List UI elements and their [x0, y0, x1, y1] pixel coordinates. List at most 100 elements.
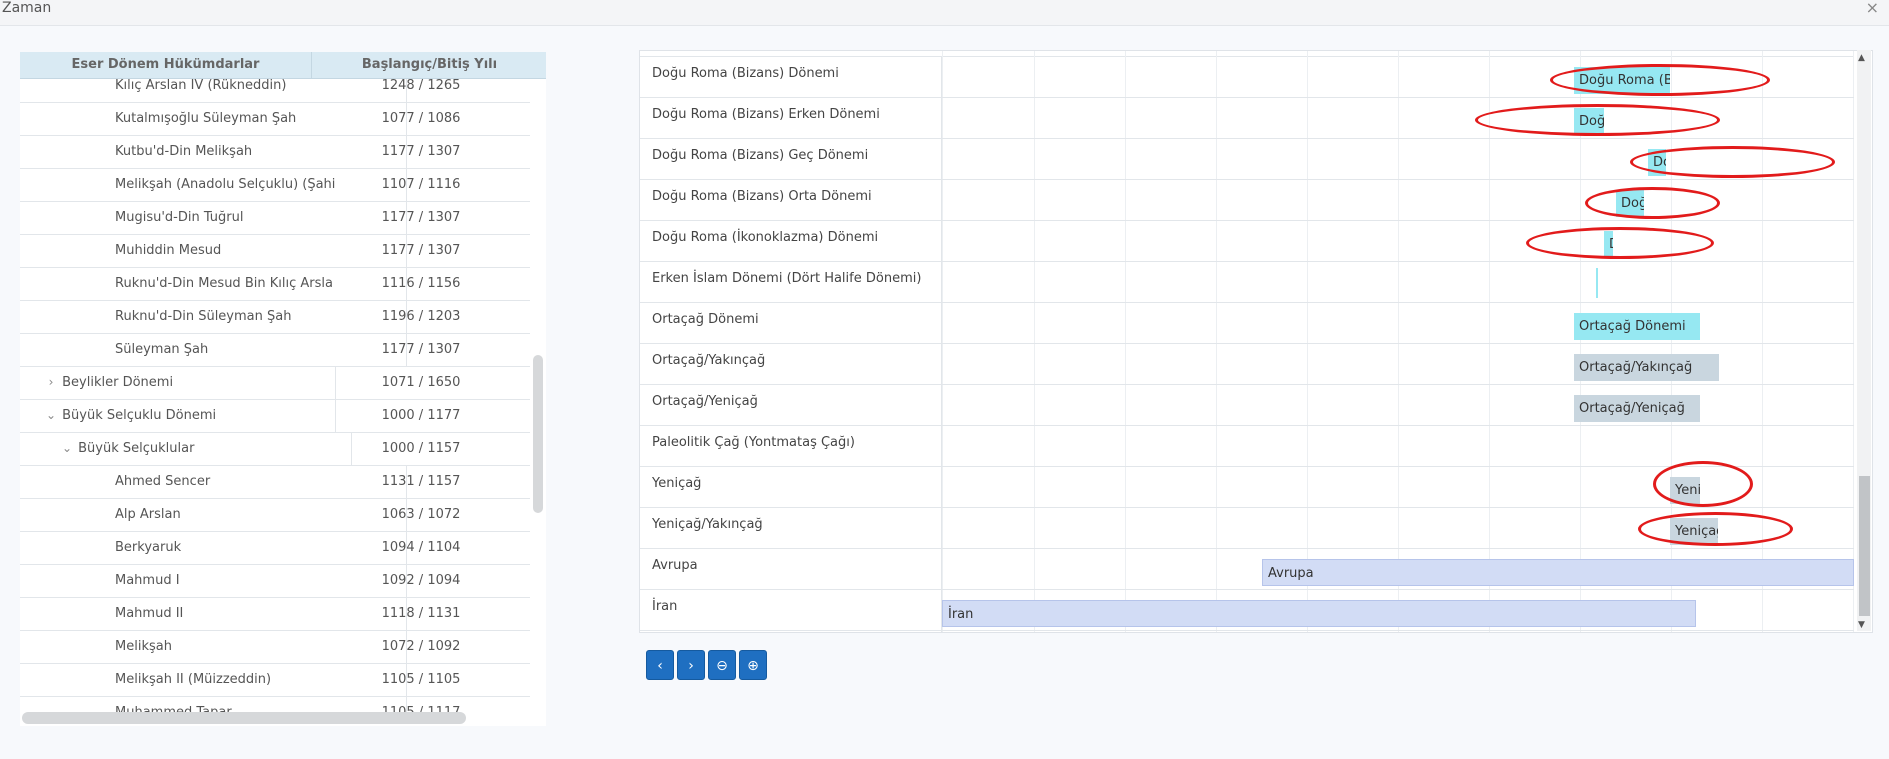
tree-row-label: Ruknu'd-Din Süleyman Şah — [115, 309, 292, 324]
tree-row[interactable]: Kılıç Arslan IV (Rükneddin) 1248 / 1265 — [20, 79, 530, 103]
tree-row[interactable]: Melikşah II (Müizzeddin) 1105 / 1105 — [20, 663, 530, 697]
tree-row[interactable]: Süleyman Şah 1177 / 1307 — [20, 333, 530, 367]
timeline-row: Paleolitik Çağ (Yontmataş Çağı) — [640, 426, 1854, 467]
tree-row-label: Ruknu'd-Din Mesud Bin Kılıç Arsla — [115, 276, 333, 291]
tree-row-label: Melikşah II (Müizzeddin) — [115, 672, 272, 687]
timeline-bar[interactable]: Yeniçağ — [1670, 518, 1718, 545]
tree-row-label: Berkyaruk — [115, 540, 182, 555]
zoom-in-button[interactable]: ⊕ — [739, 650, 767, 680]
next-button[interactable]: › — [677, 650, 705, 680]
tree-row[interactable]: Kutalmışoğlu Süleyman Şah 1077 / 1086 — [20, 102, 530, 136]
timeline-row-label: Erken İslam Dönemi (Dört Halife Dönemi) — [640, 262, 942, 302]
tree-row-label: Kutbu'd-Din Melikşah — [115, 144, 253, 159]
tree-row-years: 1071 / 1650 — [381, 375, 461, 390]
tree-row[interactable]: Berkyaruk 1094 / 1104 — [20, 531, 530, 565]
timeline-scroll-thumb[interactable] — [1859, 476, 1870, 616]
tree-row-years: 1177 / 1307 — [381, 243, 461, 258]
tree-row[interactable]: Mugisu'd-Din Tuğrul 1177 / 1307 — [20, 201, 530, 235]
tree-row-years: 1116 / 1156 — [381, 276, 461, 291]
timeline-bar[interactable]: Do — [1648, 149, 1666, 176]
tree-row[interactable]: Kutbu'd-Din Melikşah 1177 / 1307 — [20, 135, 530, 169]
tree-row-years: 1000 / 1177 — [381, 408, 461, 423]
timeline-bar[interactable]: İran — [942, 600, 1696, 627]
column-header-name[interactable]: Eser Dönem Hükümdarlar — [20, 57, 311, 72]
tree-row-label: Mahmud I — [115, 573, 180, 588]
timeline-bar[interactable]: Doğ — [1616, 190, 1644, 217]
tree-row-years: 1107 / 1116 — [381, 177, 461, 192]
timeline-bar[interactable]: Doğu Roma (Biz — [1574, 67, 1670, 94]
timeline-bar[interactable]: Ortaçağ/Yakınçağ — [1574, 354, 1719, 381]
timeline-row: Ortaçağ Dönemi Ortaçağ Dönemi — [640, 303, 1854, 344]
tree-row-years: 1105 / 1105 — [381, 672, 461, 687]
tree-row[interactable]: Melikşah 1072 / 1092 — [20, 630, 530, 664]
timeline-row: Doğu Roma (Bizans) Geç Dönemi Do — [640, 139, 1854, 180]
tree-row-label: Alp Arslan — [115, 507, 181, 522]
timeline-bar[interactable]: Doğ — [1574, 108, 1604, 135]
tree-row-label: Beylikler Dönemi — [62, 375, 174, 390]
chevron-down-icon[interactable]: ⌄ — [44, 399, 58, 432]
highlight-ring — [1653, 461, 1753, 507]
tree-row[interactable]: Mahmud I 1092 / 1094 — [20, 564, 530, 598]
tree-row[interactable]: › Beylikler Dönemi 1071 / 1650 — [20, 366, 530, 400]
tree-row-label: Mahmud II — [115, 606, 184, 621]
tree-row[interactable]: Muhiddin Mesud 1177 / 1307 — [20, 234, 530, 268]
tree-row-name: ⌄ Büyük Selçuklular — [20, 432, 352, 465]
timeline-row-label: Ortaçağ/Yakınçağ — [640, 344, 942, 384]
tree-row-years: 1000 / 1157 — [381, 441, 461, 456]
tree-row[interactable]: Ahmed Sencer 1131 / 1157 — [20, 465, 530, 499]
timeline-bar[interactable]: Avrupa — [1262, 559, 1854, 586]
tree-row-years: 1177 / 1307 — [381, 342, 461, 357]
tree-header: Eser Dönem Hükümdarlar Başlangıç/Bitiş Y… — [20, 52, 546, 79]
timeline-row: Avrupa Avrupa — [640, 549, 1854, 590]
tree-row[interactable]: Alp Arslan 1063 / 1072 — [20, 498, 530, 532]
tree-vertical-scrollbar[interactable] — [533, 355, 543, 513]
timeline-row: Erken İslam Dönemi (Dört Halife Dönemi) — [640, 262, 1854, 303]
tree-horizontal-scrollbar[interactable] — [22, 712, 466, 724]
timeline-bar[interactable]: Ortaçağ Dönemi — [1574, 313, 1700, 340]
timeline-bar[interactable]: Yeni — [1670, 477, 1700, 504]
prev-button[interactable]: ‹ — [646, 650, 674, 680]
tree-row[interactable]: Mahmud II 1118 / 1131 — [20, 597, 530, 631]
timeline-row-label: Avrupa — [640, 549, 942, 589]
tree-row-label: Melikşah (Anadolu Selçuklu) (Şahi — [115, 177, 336, 192]
chevron-right-icon[interactable]: › — [44, 366, 58, 399]
timeline-row: Yeniçağ/Yakınçağ Yeniçağ — [640, 508, 1854, 549]
timeline-row-label: Yeniçağ/Yakınçağ — [640, 508, 942, 548]
tree-row-years: 1196 / 1203 — [381, 309, 461, 324]
highlight-ring — [1526, 227, 1714, 259]
tree-row[interactable]: ⌄ Büyük Selçuklu Dönemi 1000 / 1177 — [20, 399, 530, 433]
timeline-row-label: Anadolu — [640, 631, 942, 632]
timeline-row: Doğu Roma (Bizans) Erken Dönemi Doğ — [640, 98, 1854, 139]
highlight-ring — [1585, 187, 1720, 219]
zoom-out-button[interactable]: ⊖ — [708, 650, 736, 680]
timeline-row-label: İran — [640, 590, 942, 630]
tree-row[interactable]: Ruknu'd-Din Süleyman Şah 1196 / 1203 — [20, 300, 530, 334]
timeline-row: Doğu Roma (İkonoklazma) Dönemi D — [640, 221, 1854, 262]
tree-row-years: 1177 / 1307 — [381, 144, 461, 159]
timeline-bar[interactable]: D — [1604, 231, 1613, 258]
tree-row[interactable]: ⌄ Büyük Selçuklular 1000 / 1157 — [20, 432, 530, 466]
tree-row-years: 1131 / 1157 — [381, 474, 461, 489]
tree-row[interactable]: Melikşah (Anadolu Selçuklu) (Şahi 1107 / … — [20, 168, 530, 202]
timeline-row-label: Yeniçağ — [640, 467, 942, 507]
tree-row-years: 1177 / 1307 — [381, 210, 461, 225]
tree-row-label: Muhiddin Mesud — [115, 243, 222, 258]
tree-row-label: Ahmed Sencer — [115, 474, 211, 489]
timeline-bar[interactable] — [1596, 268, 1598, 298]
scroll-up-icon[interactable]: ▲ — [1858, 53, 1865, 63]
column-header-years[interactable]: Başlangıç/Bitiş Yılı — [311, 52, 546, 78]
scroll-down-icon[interactable]: ▼ — [1858, 620, 1865, 630]
tree-body: Kılıç Arslan IV (Rükneddin) 1248 / 1265 Ku… — [20, 79, 530, 719]
timeline-bar[interactable]: Ortaçağ/Yeniçağ — [1574, 395, 1700, 422]
timeline-row: Ortaçağ/Yakınçağ Ortaçağ/Yakınçağ — [640, 344, 1854, 385]
tree-row-label: Mugisu'd-Din Tuğrul — [115, 210, 244, 225]
timeline-row: Doğu Roma (Bizans) Orta Dönemi Doğ — [640, 180, 1854, 221]
chevron-down-icon[interactable]: ⌄ — [60, 432, 74, 465]
tree-row-name: ⌄ Büyük Selçuklu Dönemi — [20, 399, 336, 432]
window-title: Zaman — [2, 0, 52, 16]
tree-row-label: Kılıç Arslan IV (Rükneddin) — [115, 79, 287, 93]
tree-row-label: Büyük Selçuklular — [78, 441, 195, 456]
tree-row[interactable]: Ruknu'd-Din Mesud Bin Kılıç Arsla 1116 / … — [20, 267, 530, 301]
timeline-row-label: Ortaçağ Dönemi — [640, 303, 942, 343]
close-icon[interactable]: × — [1866, 0, 1879, 17]
